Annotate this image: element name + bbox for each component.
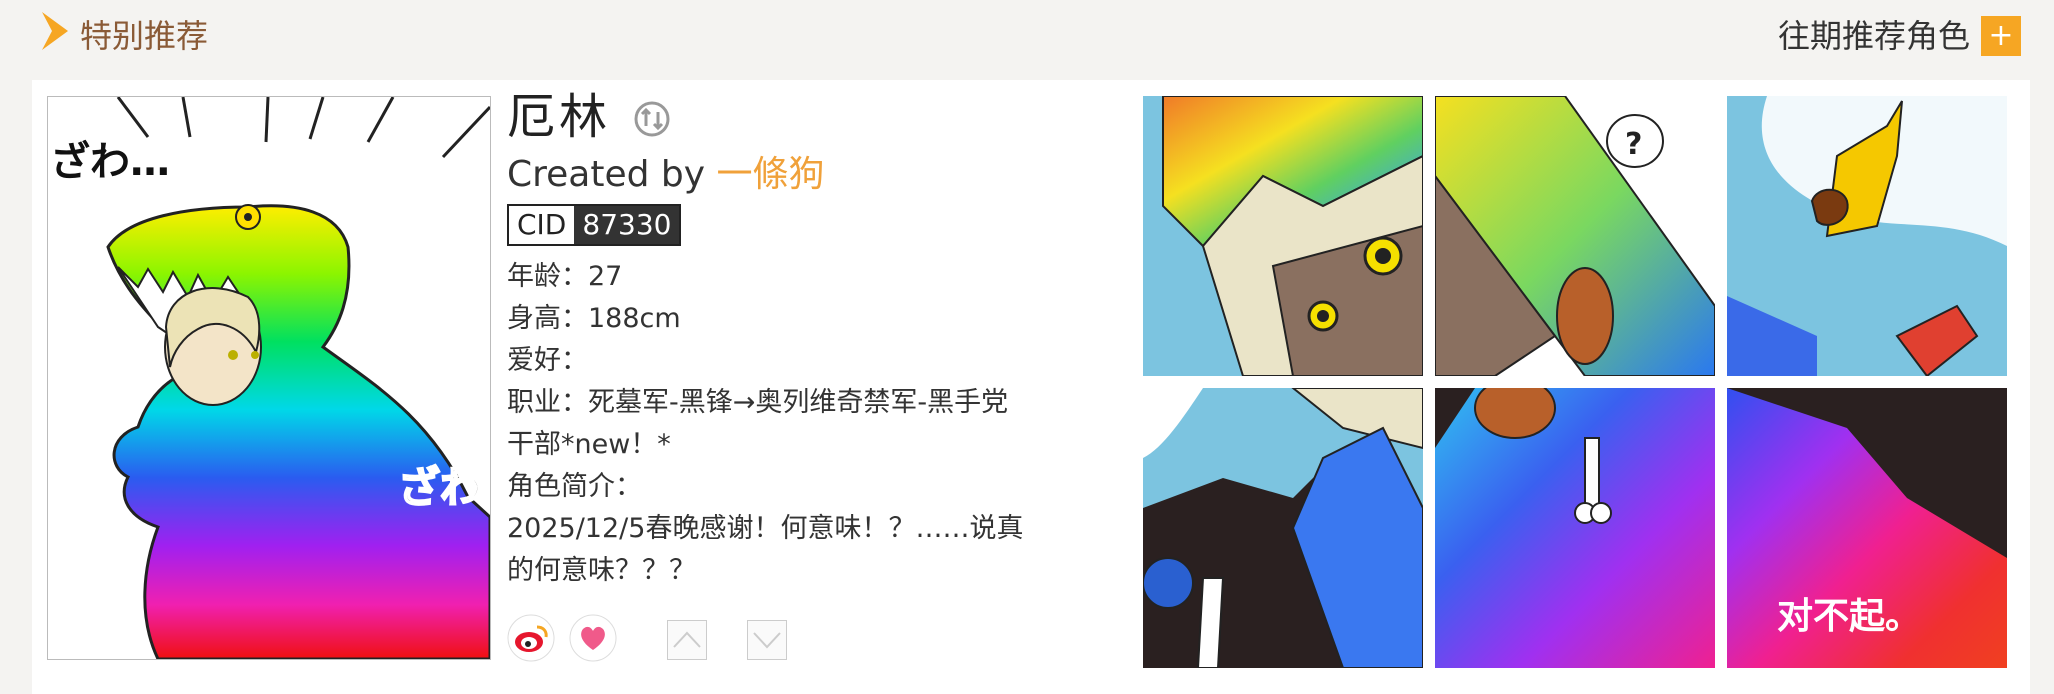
character-portrait[interactable]: ざわ… ざわ [47, 96, 491, 660]
field-intro-text: 2025/12/5春晚感谢！何意味！？……说真的何意味？？？ [507, 513, 1024, 586]
character-name: 厄林 [507, 89, 612, 145]
action-row [507, 614, 907, 664]
gallery-grid: ? 对不起。 [1143, 96, 2007, 670]
character-info: 厄林 Created by 一條狗 CID 87330 年龄：27 身高：188… [507, 88, 1027, 592]
cid-badge: CID 87330 [507, 204, 682, 246]
swap-icon[interactable] [633, 100, 671, 138]
field-occupation: 职业：死墓军-黑锋→奥列维奇禁军-黑手党干部*new！* [507, 387, 1009, 460]
field-age: 年龄：27 [507, 261, 623, 292]
gallery-tile-6[interactable]: 对不起。 [1727, 388, 2007, 668]
heart-icon[interactable] [569, 614, 617, 662]
created-by-label: Created by [507, 154, 706, 195]
gallery-caption-text: 对不起。 [1777, 596, 1921, 637]
arrow-up-image-icon[interactable] [667, 620, 707, 660]
chevron-right-icon [42, 12, 68, 50]
cid-label: CID [509, 206, 575, 244]
created-by-line: Created by 一條狗 [507, 152, 1027, 198]
history-characters-link[interactable]: 往期推荐角色 [1778, 14, 1970, 58]
sfx-right-text: ざわ [398, 463, 482, 512]
creator-link[interactable]: 一條狗 [717, 154, 825, 195]
sfx-top-text: ざわ… [50, 139, 170, 185]
field-hobby: 爱好： [507, 345, 588, 376]
gallery-tile-1[interactable] [1143, 96, 1423, 376]
arrow-down-image-icon[interactable] [747, 620, 787, 660]
gallery-tile-4[interactable] [1143, 388, 1423, 668]
field-height: 身高：188cm [507, 303, 681, 334]
gallery-tile-3[interactable] [1727, 96, 2007, 376]
gallery-tile-2[interactable]: ? [1435, 96, 1715, 376]
section-header: 特别推荐 往期推荐角色 + [0, 0, 2054, 74]
gallery-tile-5[interactable] [1435, 388, 1715, 668]
section-title: 特别推荐 [80, 17, 209, 55]
name-row: 厄林 [507, 88, 1027, 150]
weibo-icon[interactable] [507, 614, 555, 662]
more-plus-button[interactable]: + [1981, 16, 2021, 56]
field-intro-label: 角色简介： [507, 471, 642, 502]
cid-value: 87330 [574, 206, 680, 244]
character-fields: 年龄：27 身高：188cm 爱好： 职业：死墓军-黑锋→奥列维奇禁军-黑手党干… [507, 256, 1027, 592]
svg-text:?: ? [1625, 127, 1642, 162]
